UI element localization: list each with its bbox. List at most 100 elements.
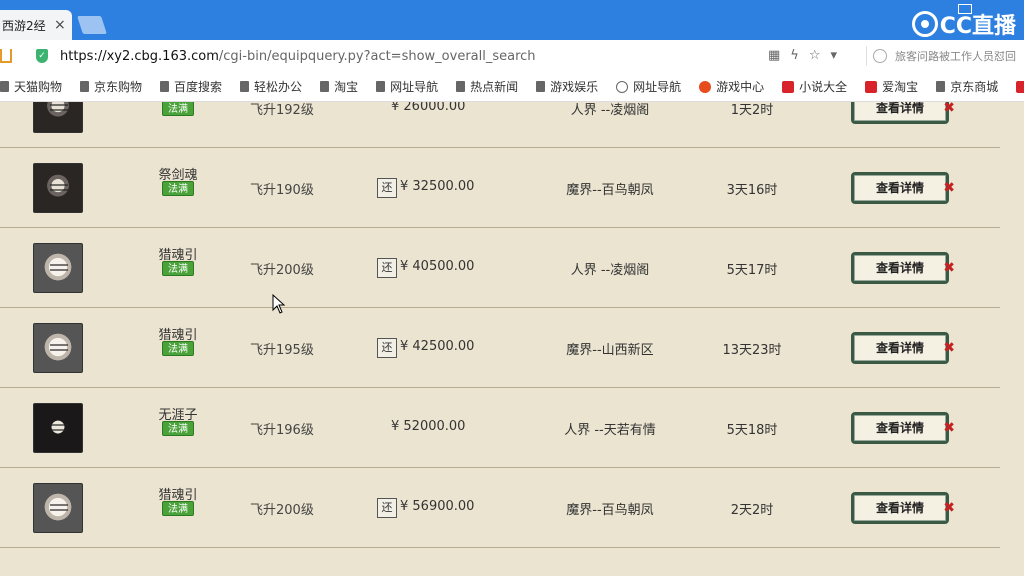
red-icon	[1016, 80, 1024, 93]
character-avatar[interactable]	[33, 102, 83, 133]
ribbon-knot-icon: ✖	[943, 500, 955, 516]
school-tag: 法满	[162, 102, 194, 116]
bookmark-label: 京东购物	[94, 80, 143, 94]
bookmark-item[interactable]: 网址导航	[616, 78, 681, 95]
bargain-icon: 还	[377, 338, 397, 358]
listing-row: 祭剑魂 法满 飞升190级还 ¥ 32500.00 魔界--百鸟朝凤 3天16时 查看详情 ✖	[0, 148, 1000, 228]
server-name: 魔界--山西新区	[566, 343, 654, 358]
character-avatar[interactable]	[33, 483, 83, 533]
bookmark-label: 淘宝	[334, 80, 359, 94]
bookmark-item[interactable]: 京东购物	[80, 78, 142, 95]
view-details-button[interactable]: 查看详情 ✖	[851, 492, 955, 524]
bookmark-item[interactable]: 游戏娱乐	[536, 78, 598, 95]
school-tag: 法满	[162, 341, 194, 356]
page-icon	[80, 81, 90, 92]
view-details-button[interactable]: 查看详情 ✖	[851, 172, 955, 204]
price: ¥ 32500.00	[400, 179, 475, 194]
character-avatar[interactable]	[33, 243, 83, 293]
character-level: 飞升192级	[250, 103, 314, 118]
close-tab-icon[interactable]: ×	[54, 17, 66, 33]
bargain-icon: 还	[377, 178, 397, 198]
page-icon	[0, 81, 9, 92]
address-actions: ▦ ϟ ☆ ▾	[768, 48, 837, 63]
bookmark-label: 网址导航	[633, 80, 682, 94]
browser-titlebar: 西游2经 × CC直播	[0, 0, 1024, 40]
page-icon	[160, 81, 170, 92]
character-avatar[interactable]	[33, 323, 83, 373]
search-hint: 旅客问路被工作人员怼回	[895, 50, 1016, 63]
remaining-time: 5天18时	[726, 423, 778, 438]
view-details-button[interactable]: 查看详情 ✖	[851, 332, 955, 364]
bookmark-item[interactable]: 爱淘宝	[865, 78, 918, 95]
page-icon	[456, 81, 466, 92]
bookmark-item[interactable]: 京东商城	[936, 78, 998, 95]
url-scheme: https://	[60, 48, 107, 64]
ribbon-knot-icon: ✖	[943, 180, 955, 196]
view-details-label: 查看详情	[875, 341, 924, 355]
view-details-button[interactable]: 查看详情 ✖	[851, 412, 955, 444]
address-bar: ✓ https://xy2.cbg.163.com/cgi-bin/equipq…	[0, 40, 1024, 72]
bargain-icon: 还	[377, 258, 397, 278]
search-box[interactable]: 旅客问路被工作人员怼回	[866, 46, 1024, 66]
view-details-button[interactable]: 查看详情 ✖	[851, 252, 955, 284]
new-tab-button[interactable]	[77, 16, 107, 34]
bookmarks-bar: 天猫购物 京东购物 百度搜索 轻松办公 淘宝 网址导航 热点新闻 游戏娱乐 网址导航 游戏中心 小说…	[0, 72, 1024, 102]
view-details-label: 查看详情	[875, 421, 924, 435]
bookmark-item[interactable]: 游戏中心	[699, 78, 764, 95]
bookmark-label: 小说大全	[799, 80, 848, 94]
bookmark-item[interactable]: 轻松办公	[240, 78, 302, 95]
listing-row: 法满 飞升192级 ¥ 26000.00 人界 --凌烟阁 1天2时 查看详情 ✖	[0, 102, 1000, 148]
search-engine-icon	[873, 49, 887, 63]
bookmark-label: 爱淘宝	[882, 80, 919, 94]
server-name: 人界 --凌烟阁	[570, 263, 650, 278]
bookmark-item[interactable]: 热点新闻	[456, 78, 518, 95]
bookmark-label: 游戏娱乐	[550, 80, 599, 94]
page-icon	[536, 81, 546, 92]
listing-area: 法满 飞升192级 ¥ 26000.00 人界 --凌烟阁 1天2时 查看详情 ✖ 祭剑魂 法满…	[0, 102, 1024, 576]
bookmark-item[interactable]: 网址导航	[376, 78, 438, 95]
server-name: 魔界--百鸟朝凤	[566, 503, 654, 518]
red-icon	[782, 80, 795, 93]
chevron-down-icon[interactable]: ▾	[831, 48, 838, 63]
bookmark-item[interactable]: 淘宝	[320, 78, 358, 95]
school-tag: 法满	[162, 261, 194, 276]
bookmark-label: 网址导航	[390, 80, 439, 94]
watermark-text: CC直播	[939, 14, 1016, 39]
price: ¥ 40500.00	[400, 259, 475, 274]
cc-logo-icon	[911, 11, 938, 37]
price: ¥ 42500.00	[400, 339, 475, 354]
school-tag: 法满	[162, 501, 194, 516]
grid-icon[interactable]: ▦	[768, 48, 780, 63]
orange-icon	[699, 80, 712, 93]
ribbon-knot-icon: ✖	[943, 420, 955, 436]
character-avatar[interactable]	[33, 163, 83, 213]
remaining-time: 5天17时	[726, 263, 778, 278]
bookmark-item[interactable]: 聚划算	[1016, 78, 1024, 95]
price: ¥ 26000.00	[391, 102, 466, 114]
view-details-label: 查看详情	[875, 181, 924, 195]
view-details-label: 查看详情	[875, 261, 924, 275]
url-host: xy2.cbg.163.com	[106, 48, 219, 64]
bookmark-label: 百度搜索	[174, 80, 223, 94]
listing-row: 无涯子 法满 飞升196级 ¥ 52000.00 人界 --天若有情 5天18时 查看详情 ✖	[0, 388, 1000, 468]
listing-row: 猎魂引 法满 飞升200级还 ¥ 56900.00 魔界--百鸟朝凤 2天2时 查看详情 ✖	[0, 468, 1000, 548]
star-icon[interactable]: ☆	[809, 48, 821, 63]
school-tag: 法满	[162, 421, 194, 436]
listing-row: 猎魂引 法满 飞升200级还 ¥ 40500.00 人界 --凌烟阁 5天17时 查看详情 ✖	[0, 228, 1000, 308]
ribbon-knot-icon: ✖	[943, 340, 955, 356]
page-icon	[936, 81, 946, 92]
server-name: 人界 --天若有情	[564, 423, 656, 438]
secure-shield-icon: ✓	[36, 49, 48, 63]
bookmark-item[interactable]: 天猫购物	[0, 78, 62, 95]
view-details-button[interactable]: 查看详情 ✖	[851, 102, 955, 124]
bookmark-item[interactable]: 百度搜索	[160, 78, 222, 95]
character-level: 飞升195级	[250, 343, 314, 358]
bookmark-item[interactable]: 小说大全	[782, 78, 847, 95]
lightning-icon[interactable]: ϟ	[790, 48, 799, 63]
browser-tab[interactable]: 西游2经 ×	[0, 10, 72, 40]
home-icon[interactable]	[0, 49, 12, 63]
url-field[interactable]: https://xy2.cbg.163.com/cgi-bin/equipque…	[60, 49, 536, 64]
price: ¥ 56900.00	[400, 499, 475, 514]
bookmark-label: 京东商城	[950, 80, 999, 94]
character-avatar[interactable]	[33, 403, 83, 453]
